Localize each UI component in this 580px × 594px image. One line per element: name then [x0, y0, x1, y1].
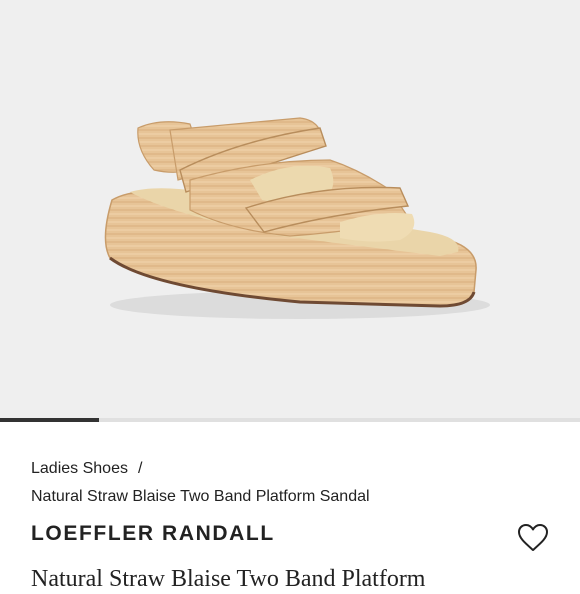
breadcrumb-separator: /: [137, 460, 143, 477]
brand-name[interactable]: LOEFFLER RANDALL: [31, 522, 275, 546]
breadcrumb: Ladies Shoes / Natural Straw Blaise Two B…: [31, 455, 551, 511]
product-image-carousel[interactable]: [0, 0, 580, 422]
image-gallery-progress-fill: [0, 418, 99, 422]
breadcrumb-current: Natural Straw Blaise Two Band Platform S…: [31, 488, 370, 505]
like-button[interactable]: [516, 522, 550, 554]
product-photo-sandal: [104, 117, 490, 319]
product-title: Natural Straw Blaise Two Band Platform: [31, 566, 426, 592]
image-gallery-progress: [0, 418, 580, 422]
heart-outline-icon: [518, 524, 548, 551]
breadcrumb-link-ladies-shoes[interactable]: Ladies Shoes: [31, 460, 128, 477]
